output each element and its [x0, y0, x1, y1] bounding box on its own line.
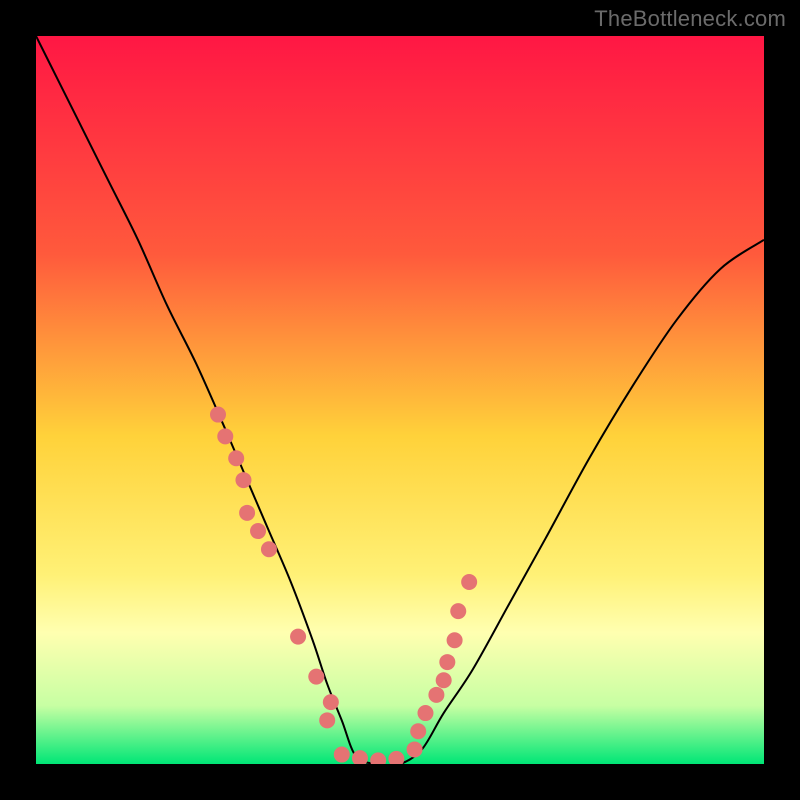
sample-point: [250, 523, 266, 539]
sample-point: [261, 541, 277, 557]
watermark-text: TheBottleneck.com: [594, 6, 786, 32]
plot-area: [36, 36, 764, 764]
sample-point: [334, 747, 350, 763]
sample-point: [228, 450, 244, 466]
sample-point: [235, 472, 251, 488]
sample-point: [447, 632, 463, 648]
sample-point: [407, 741, 423, 757]
sample-point: [450, 603, 466, 619]
gradient-background: [36, 36, 764, 764]
sample-point: [439, 654, 455, 670]
chart-svg: [36, 36, 764, 764]
sample-point: [290, 629, 306, 645]
sample-point: [217, 428, 233, 444]
sample-point: [410, 723, 426, 739]
sample-point: [428, 687, 444, 703]
chart-stage: TheBottleneck.com: [0, 0, 800, 800]
sample-point: [436, 672, 452, 688]
sample-point: [239, 505, 255, 521]
sample-point: [319, 712, 335, 728]
sample-point: [210, 407, 226, 423]
sample-point: [308, 669, 324, 685]
sample-point: [461, 574, 477, 590]
sample-point: [417, 705, 433, 721]
sample-point: [323, 694, 339, 710]
